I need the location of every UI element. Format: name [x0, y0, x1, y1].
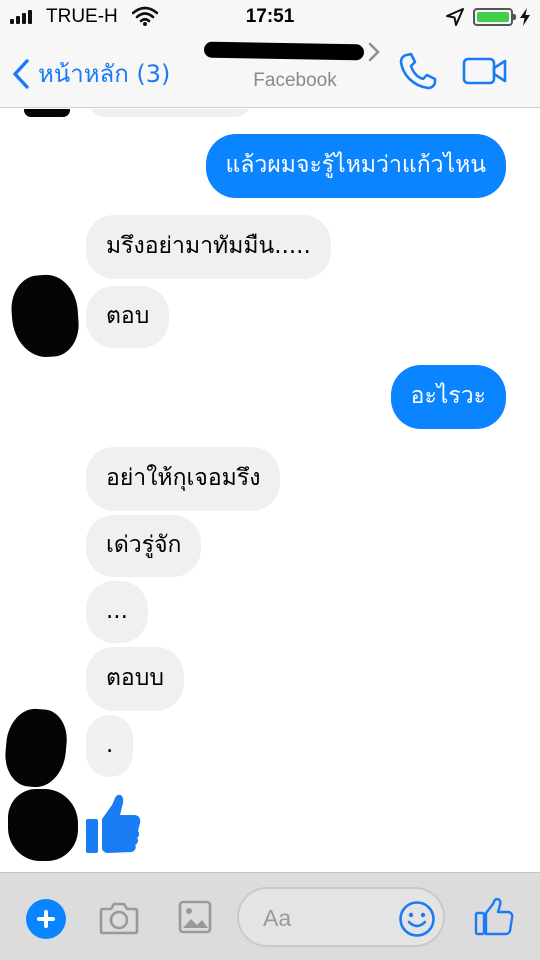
redacted-avatar	[8, 789, 78, 861]
charging-bolt-icon	[519, 8, 531, 30]
redacted-avatar	[2, 706, 70, 790]
thumbs-up-icon[interactable]	[474, 897, 514, 940]
contact-subtitle: Facebook	[253, 70, 337, 91]
back-button[interactable]: หน้าหลัก (3)	[12, 54, 170, 93]
battery-icon	[473, 8, 516, 26]
video-camera-icon[interactable]	[462, 56, 508, 90]
location-arrow-icon	[446, 8, 464, 30]
message-input-placeholder: Aa	[263, 905, 292, 931]
partial-message-bubble	[90, 109, 250, 117]
chevron-right-icon[interactable]	[368, 42, 380, 66]
chat-header: หน้าหลัก (3) Facebook	[0, 34, 540, 108]
redacted-avatar	[9, 272, 81, 360]
message-list[interactable]: แล้วผมจะรู้ไหมว่าแก้วไหน มรึงอย่ามาทัมมื…	[0, 109, 540, 872]
gallery-icon[interactable]	[178, 900, 212, 938]
message-bubble-incoming[interactable]: มรึงอย่ามาทัมมืน.....	[86, 215, 331, 279]
plus-icon[interactable]	[26, 899, 66, 939]
contact-name-redacted[interactable]	[203, 41, 365, 61]
message-input[interactable]: Aa	[237, 887, 445, 947]
redacted-avatar	[24, 109, 70, 117]
emoji-icon[interactable]	[398, 900, 436, 942]
message-composer: Aa	[0, 872, 540, 960]
message-bubble-incoming[interactable]: .	[86, 715, 134, 777]
back-label: หน้าหลัก (3)	[38, 60, 171, 88]
battery-level	[477, 12, 509, 22]
message-bubble-outgoing[interactable]: แล้วผมจะรู้ไหมว่าแก้วไหน	[205, 134, 506, 198]
phone-icon[interactable]	[398, 52, 438, 94]
thumbs-up-sticker-icon[interactable]	[84, 793, 142, 859]
message-bubble-incoming[interactable]: ตอบบ	[86, 647, 184, 711]
message-bubble-outgoing[interactable]: อะไรวะ	[390, 365, 506, 429]
status-bar: TRUE-H 17:51	[0, 0, 540, 34]
camera-icon[interactable]	[99, 901, 139, 939]
message-bubble-incoming[interactable]: ตอบ	[86, 286, 170, 348]
message-bubble-incoming[interactable]: ...	[86, 581, 148, 643]
message-bubble-incoming[interactable]: อย่าให้กุเจอมรึง	[86, 447, 281, 511]
chevron-left-icon	[13, 58, 29, 89]
message-bubble-incoming[interactable]: เด่วรู่จัก	[86, 515, 202, 577]
